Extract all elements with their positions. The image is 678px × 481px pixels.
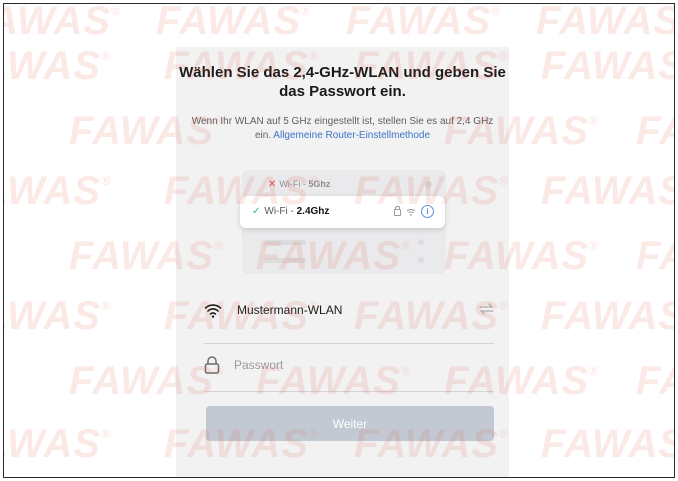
page-title: Wählen Sie das 2,4-GHz-WLAN und geben Si… — [179, 64, 506, 100]
divider — [204, 391, 494, 392]
page-subtitle: Wenn Ihr WLAN auf 5 GHz eingestellt ist,… — [188, 115, 497, 143]
wifi-24ghz-label: ✓ Wi-Fi - 2.4Ghz — [252, 206, 329, 217]
wifi-5ghz-band: 5Ghz — [308, 179, 331, 189]
selected-network-card: ✓ Wi-Fi - 2.4Ghz i — [240, 196, 445, 228]
lock-icon — [204, 356, 220, 374]
wifi-5ghz-prefix: Wi-Fi - — [279, 179, 309, 189]
divider — [204, 343, 494, 344]
placeholder-line — [264, 258, 306, 263]
switch-network-icon[interactable] — [479, 303, 494, 315]
check-icon: ✓ — [252, 206, 261, 217]
watermark: FAWAS® — [536, 3, 675, 43]
watermark: FAWAS® — [541, 169, 675, 213]
watermark: FAWAS® — [4, 294, 112, 338]
wifi-5ghz-label: ✕ Wi-Fi - 5Ghz — [268, 179, 330, 190]
wifi-band-illustration: ✕ Wi-Fi - 5Ghz ✓ Wi-Fi - 2.4Ghz i — [240, 170, 446, 277]
watermark: FAWAS® — [636, 359, 674, 403]
router-settings-link[interactable]: Allgemeine Router-Einstellmethode — [273, 130, 430, 141]
placeholder-line — [264, 240, 306, 245]
placeholder-dot — [418, 239, 424, 245]
watermark: FAWAS® — [4, 422, 112, 466]
watermark: FAWAS® — [636, 109, 674, 153]
lock-icon — [394, 206, 401, 216]
next-button[interactable]: Weiter — [206, 406, 494, 441]
screenshot-frame: Wählen Sie das 2,4-GHz-WLAN und geben Si… — [3, 3, 675, 478]
network-status-icons: i — [394, 205, 434, 218]
watermark: FAWAS® — [636, 234, 674, 278]
placeholder-dot — [418, 257, 424, 263]
cross-icon: ✕ — [268, 179, 277, 190]
wifi-24ghz-prefix: Wi-Fi - — [264, 206, 297, 217]
wifi-ssid: Mustermann-WLAN — [237, 303, 343, 317]
watermark: FAWAS® — [541, 44, 675, 88]
watermark: FAWAS® — [541, 422, 675, 466]
wifi-5ghz-icon — [425, 181, 432, 188]
wifi-24ghz-band: 2.4Ghz — [296, 206, 330, 217]
wifi-icon — [204, 304, 222, 318]
password-field-row — [204, 353, 494, 377]
watermark: FAWAS® — [541, 294, 675, 338]
password-input[interactable] — [234, 356, 484, 374]
info-icon: i — [421, 205, 434, 218]
watermark: FAWAS® — [4, 3, 122, 43]
watermark: FAWAS® — [4, 169, 112, 213]
watermark: FAWAS® — [4, 44, 112, 88]
wifi-network-selector[interactable]: Mustermann-WLAN — [204, 299, 494, 323]
wifi-setup-screen: Wählen Sie das 2,4-GHz-WLAN und geben Si… — [176, 47, 509, 477]
watermark: FAWAS® — [346, 3, 502, 43]
wifi-signal-icon — [406, 208, 416, 216]
watermark: FAWAS® — [156, 3, 312, 43]
